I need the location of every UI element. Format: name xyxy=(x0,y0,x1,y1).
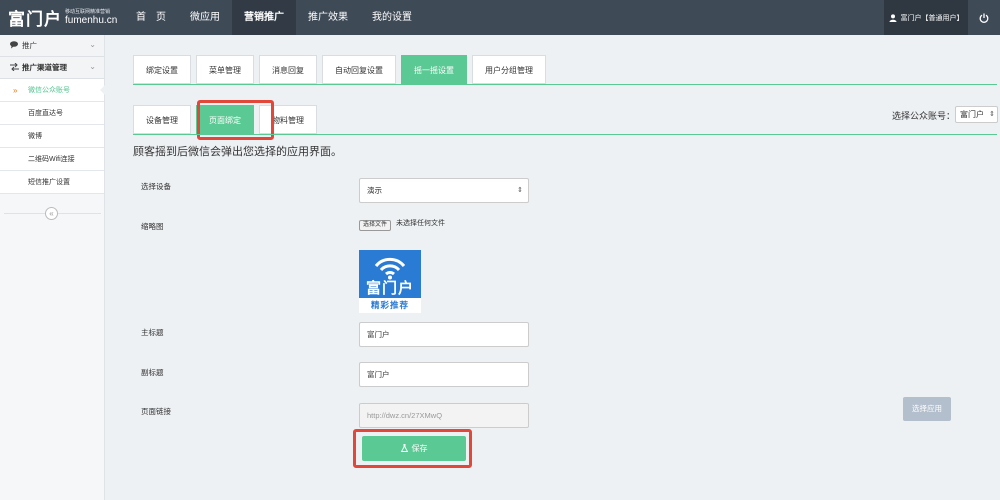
tab-auto-reply[interactable]: 自动回复设置 xyxy=(322,55,396,84)
main-nav: 首 页 微应用 营销推广 推广效果 我的设置 xyxy=(124,0,424,35)
nav-effects[interactable]: 推广效果 xyxy=(296,0,360,35)
main-title-label: 主标题 xyxy=(141,328,164,337)
sidebar-item-sms[interactable]: 短信推广设置 xyxy=(0,171,104,194)
brand-url: fumenhu.cn xyxy=(65,15,118,26)
nav-settings[interactable]: 我的设置 xyxy=(360,0,424,35)
user-label: 富门户【普通用户】 xyxy=(900,14,964,22)
user-menu[interactable]: 富门户【普通用户】 xyxy=(884,0,968,35)
page-link-input: http://dwz.cn/27XMwQ xyxy=(359,403,529,428)
sidebar-item-wechat[interactable]: » 微信公众账号 xyxy=(0,79,105,102)
user-icon xyxy=(889,13,896,22)
nav-marketing[interactable]: 营销推广 xyxy=(232,0,296,35)
thumbnail-title: 富门户 xyxy=(365,280,414,297)
device-select[interactable]: 演示 ⇕ xyxy=(359,178,529,203)
tab-underline xyxy=(133,84,997,85)
file-status: 未选择任何文件 xyxy=(396,220,445,227)
sidebar-item-label: 二维码Wifi连接 xyxy=(28,156,75,163)
nav-micro-apps[interactable]: 微应用 xyxy=(178,0,232,35)
device-select-value: 演示 xyxy=(367,186,382,195)
sidebar-item-label: 短信推广设置 xyxy=(28,179,70,186)
main-title-value: 富门户 xyxy=(367,330,390,339)
sidebar-item-weibo[interactable]: 微博 xyxy=(0,125,104,148)
highlight-box-save xyxy=(353,429,472,468)
sidebar-group-channels[interactable]: 推广渠道管理 ⌄ xyxy=(0,57,104,79)
chevron-down-icon: ⌄ xyxy=(89,40,96,49)
account-select-value: 富门户 xyxy=(960,110,984,119)
sidebar-item-label: 百度直达号 xyxy=(28,110,63,117)
tab-user-groups[interactable]: 用户分组管理 xyxy=(472,55,546,84)
power-icon xyxy=(979,13,989,23)
subtitle-label: 副标题 xyxy=(141,368,164,377)
page-link-value: http://dwz.cn/27XMwQ xyxy=(367,411,443,420)
sidebar: 推广 ⌄ 推广渠道管理 ⌄ » 微信公众账号 百度直达号 微博 二维码Wifi连… xyxy=(0,35,105,500)
thumbnail-subtitle: 精彩推荐 xyxy=(359,298,421,313)
choose-file-button[interactable]: 选择文件 xyxy=(359,220,392,231)
tab-underline xyxy=(133,134,997,135)
tab-device-management[interactable]: 设备管理 xyxy=(133,105,191,134)
page-description: 顾客摇到后微信会弹出您选择的应用界面。 xyxy=(133,146,342,158)
account-select-label: 选择公众账号： xyxy=(892,111,956,121)
main-title-input[interactable]: 富门户 xyxy=(359,322,529,347)
chevron-down-icon: ⌄ xyxy=(89,62,96,71)
primary-tabs: 绑定设置 菜单管理 消息回复 自动回复设置 摇一摇设置 用户分组管理 xyxy=(133,55,546,84)
choose-app-button[interactable]: 选择应用 xyxy=(903,397,951,421)
tab-message-reply[interactable]: 消息回复 xyxy=(259,55,317,84)
nav-home[interactable]: 首 页 xyxy=(124,0,178,35)
sidebar-item-label: 微信公众账号 xyxy=(28,87,70,94)
device-label: 选择设备 xyxy=(141,182,171,191)
double-chevron-right-icon: » xyxy=(13,85,18,95)
sidebar-group-label: 推广渠道管理 xyxy=(22,63,67,72)
exchange-icon xyxy=(10,62,22,73)
collapse-sidebar-button[interactable]: « xyxy=(45,207,58,220)
subtitle-value: 富门户 xyxy=(367,370,390,379)
tab-shake-settings[interactable]: 摇一摇设置 xyxy=(401,55,467,84)
sidebar-item-label: 微博 xyxy=(28,133,42,140)
brand-name: 富门户 xyxy=(8,10,62,29)
tab-binding-settings[interactable]: 绑定设置 xyxy=(133,55,191,84)
select-arrows-icon: ⇕ xyxy=(517,187,523,194)
brand-logo[interactable]: 富门户 移动互联网精准营销 fumenhu.cn xyxy=(8,5,117,30)
thumbnail-label: 缩略图 xyxy=(141,222,164,231)
tab-menu-management[interactable]: 菜单管理 xyxy=(196,55,254,84)
sidebar-item-baidu[interactable]: 百度直达号 xyxy=(0,102,104,125)
account-select[interactable]: 富门户 ⇕ xyxy=(955,106,998,123)
thumbnail-image: 富门户 精彩推荐 xyxy=(359,250,421,313)
comments-icon xyxy=(10,40,22,51)
sidebar-item-qr-wifi[interactable]: 二维码Wifi连接 xyxy=(0,148,104,171)
sidebar-group-label: 推广 xyxy=(22,41,37,50)
top-navbar: 富门户 移动互联网精准营销 fumenhu.cn 首 页 微应用 营销推广 推广… xyxy=(0,0,1000,35)
double-chevron-left-icon: « xyxy=(49,209,54,218)
select-arrows-icon: ⇕ xyxy=(989,111,995,118)
subtitle-input[interactable]: 富门户 xyxy=(359,362,529,387)
page-link-label: 页面链接 xyxy=(141,407,171,416)
logout-button[interactable] xyxy=(968,0,1000,35)
sidebar-group-promotion[interactable]: 推广 ⌄ xyxy=(0,35,104,57)
